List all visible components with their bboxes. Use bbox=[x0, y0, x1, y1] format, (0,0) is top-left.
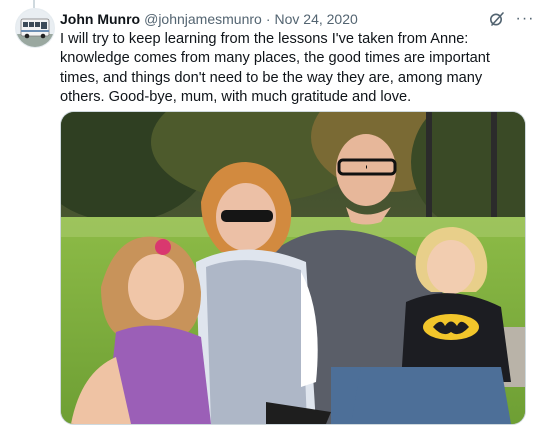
tweet[interactable]: John Munro @johnjamesmunro · Nov 24, 202… bbox=[0, 0, 550, 430]
grok-icon[interactable] bbox=[488, 10, 506, 28]
thread-connector-line bbox=[33, 0, 35, 8]
avatar[interactable] bbox=[15, 8, 55, 48]
tweet-text: I will try to keep learning from the les… bbox=[60, 31, 490, 105]
bus-avatar-icon bbox=[16, 9, 54, 47]
family-photo-image bbox=[61, 112, 525, 424]
author-handle[interactable]: @johnjamesmunro bbox=[144, 11, 262, 27]
tweet-date[interactable]: Nov 24, 2020 bbox=[275, 11, 358, 27]
tweet-header: John Munro @johnjamesmunro · Nov 24, 202… bbox=[60, 9, 534, 29]
separator-dot: · bbox=[265, 11, 271, 27]
header-actions: ··· bbox=[488, 10, 534, 28]
tweet-photo[interactable] bbox=[60, 111, 526, 425]
more-icon[interactable]: ··· bbox=[516, 10, 534, 28]
author-name[interactable]: John Munro bbox=[60, 11, 140, 27]
